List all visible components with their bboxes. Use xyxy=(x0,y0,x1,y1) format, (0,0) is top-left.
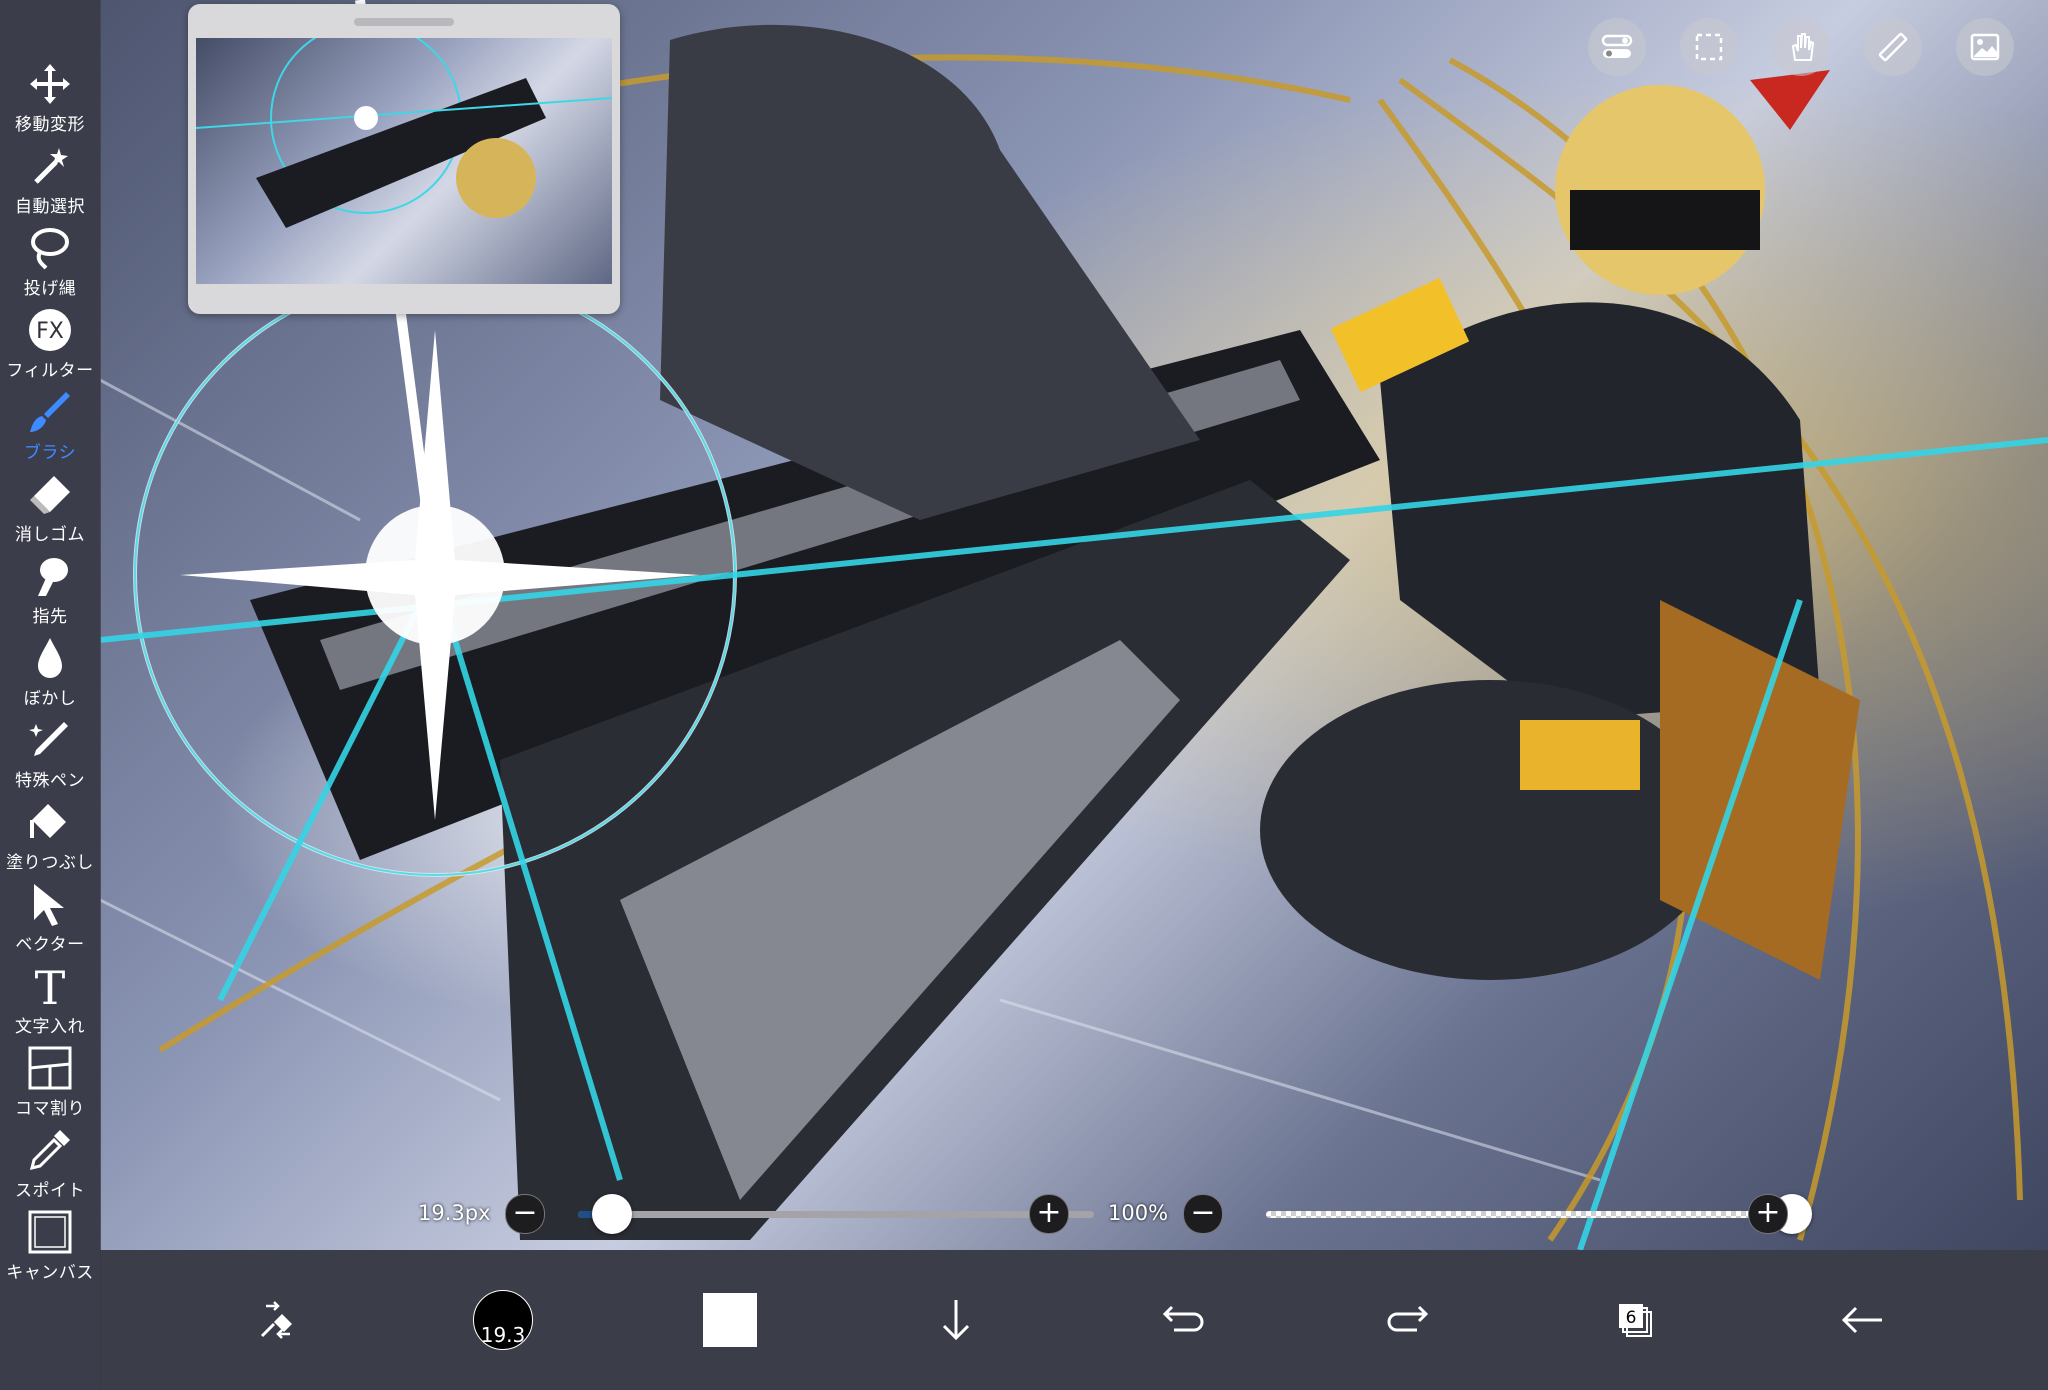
tool-vector[interactable]: ベクター xyxy=(0,880,100,962)
tool-canvas[interactable]: キャンバス xyxy=(0,1208,100,1290)
tool-label: 投げ縄 xyxy=(23,279,77,299)
tool-label: 文字入れ xyxy=(15,1017,85,1037)
material-image-icon[interactable] xyxy=(1956,18,2014,76)
svg-text:T: T xyxy=(35,962,66,1010)
tool-brush[interactable]: ブラシ xyxy=(0,388,100,470)
bucket-fill-icon xyxy=(30,804,66,838)
vector-cursor-icon xyxy=(34,884,64,926)
opacity-readout: 100% xyxy=(1108,1201,1169,1225)
tool-move-transform[interactable]: 移動変形 xyxy=(0,60,100,142)
lasso-icon xyxy=(31,228,69,270)
navigator-preview-image xyxy=(196,38,612,228)
back-button[interactable] xyxy=(1820,1278,1904,1362)
tool-text[interactable]: T 文字入れ xyxy=(0,962,100,1044)
tool-label: キャンバス xyxy=(6,1263,94,1283)
tool-frame-divider[interactable]: コマ割り xyxy=(0,1044,100,1126)
brush-settings-sliders: 19.3px − + 100% − + xyxy=(100,1185,2048,1245)
download-arrow-icon xyxy=(942,1300,970,1341)
navigator-panel[interactable] xyxy=(188,4,620,314)
brush-size-icon: 19.3 xyxy=(473,1290,533,1350)
tool-lasso[interactable]: 投げ縄 xyxy=(0,224,100,306)
special-pen-icon xyxy=(29,722,68,756)
tool-label: フィルター xyxy=(6,361,94,381)
fx-icon: FX xyxy=(29,309,71,351)
canvas-icon xyxy=(28,1210,72,1254)
tool-sidebar: 移動変形 自動選択 投げ縄 FX フィルター ブラシ 消しゴム 指先 ぼかし 特… xyxy=(0,0,101,1390)
tool-label: 消しゴム xyxy=(15,525,85,545)
toggle-panel-icon[interactable] xyxy=(1588,18,1646,76)
redo-button[interactable] xyxy=(1367,1278,1451,1362)
ruler-icon[interactable] xyxy=(1864,18,1922,76)
tool-label: ベクター xyxy=(15,935,85,955)
brush-size-increase-button[interactable]: + xyxy=(1029,1194,1069,1234)
opacity-decrease-button[interactable]: − xyxy=(1183,1194,1223,1234)
tool-special-pen[interactable]: 特殊ペン xyxy=(0,716,100,798)
svg-text:FX: FX xyxy=(36,319,64,344)
tool-label: ぼかし xyxy=(23,689,77,709)
tool-label: コマ割り xyxy=(15,1099,85,1119)
move-icon xyxy=(30,64,70,104)
redo-icon xyxy=(1387,1305,1429,1332)
tool-label: スポイト xyxy=(15,1181,85,1201)
tool-bucket-fill[interactable]: 塗りつぶし xyxy=(0,798,100,880)
undo-button[interactable] xyxy=(1140,1278,1224,1362)
tool-label: 特殊ペン xyxy=(15,771,85,791)
brush-size-readout: 19.3px xyxy=(418,1201,491,1225)
brush-size-button[interactable]: 19.3 xyxy=(461,1278,545,1362)
text-tool-icon: T xyxy=(35,962,66,1010)
tool-blur[interactable]: ぼかし xyxy=(0,634,100,716)
brush-size-decrease-button[interactable]: − xyxy=(505,1194,545,1234)
finger-icon xyxy=(38,558,68,596)
tool-label: 自動選択 xyxy=(15,197,85,217)
tool-auto-select[interactable]: 自動選択 xyxy=(0,142,100,224)
tool-eyedropper[interactable]: スポイト xyxy=(0,1126,100,1208)
download-button[interactable] xyxy=(914,1278,998,1362)
brush-icon xyxy=(30,392,70,432)
layers-button[interactable]: 6 xyxy=(1593,1278,1677,1362)
navigator-thumbnail[interactable] xyxy=(196,38,612,284)
undo-icon xyxy=(1162,1305,1204,1332)
back-arrow-icon xyxy=(1841,1306,1882,1334)
tool-label: 塗りつぶし xyxy=(6,853,94,873)
tool-label: 指先 xyxy=(32,607,68,627)
blur-drop-icon xyxy=(38,638,62,678)
brush-size-slider-track[interactable] xyxy=(578,1211,1094,1218)
color-button[interactable] xyxy=(688,1278,772,1362)
hand-gesture-icon[interactable] xyxy=(1772,18,1830,76)
layer-count: 6 xyxy=(1626,1308,1637,1328)
navigator-drag-handle[interactable] xyxy=(354,18,454,26)
tool-finger[interactable]: 指先 xyxy=(0,552,100,634)
tool-filter[interactable]: FX フィルター xyxy=(0,306,100,388)
selection-frame-icon[interactable] xyxy=(1680,18,1738,76)
swap-tool-button[interactable] xyxy=(236,1278,320,1362)
tool-label: ブラシ xyxy=(23,443,77,463)
opacity-increase-button[interactable]: + xyxy=(1748,1194,1788,1234)
eyedropper-icon xyxy=(29,1130,70,1171)
layers-icon: 6 xyxy=(1619,1304,1652,1337)
opacity-slider-track[interactable] xyxy=(1266,1211,1806,1218)
tool-label: 移動変形 xyxy=(15,115,85,135)
swap-tool-icon xyxy=(260,1301,292,1339)
brush-size-slider-knob[interactable] xyxy=(591,1194,632,1234)
eraser-icon xyxy=(30,476,70,514)
frame-divider-icon xyxy=(28,1046,72,1090)
color-swatch-icon xyxy=(703,1293,757,1347)
tool-eraser[interactable]: 消しゴム xyxy=(0,470,100,552)
magic-wand-icon xyxy=(34,148,68,184)
bottom-action-bar: 19.3 6 xyxy=(100,1250,2048,1390)
